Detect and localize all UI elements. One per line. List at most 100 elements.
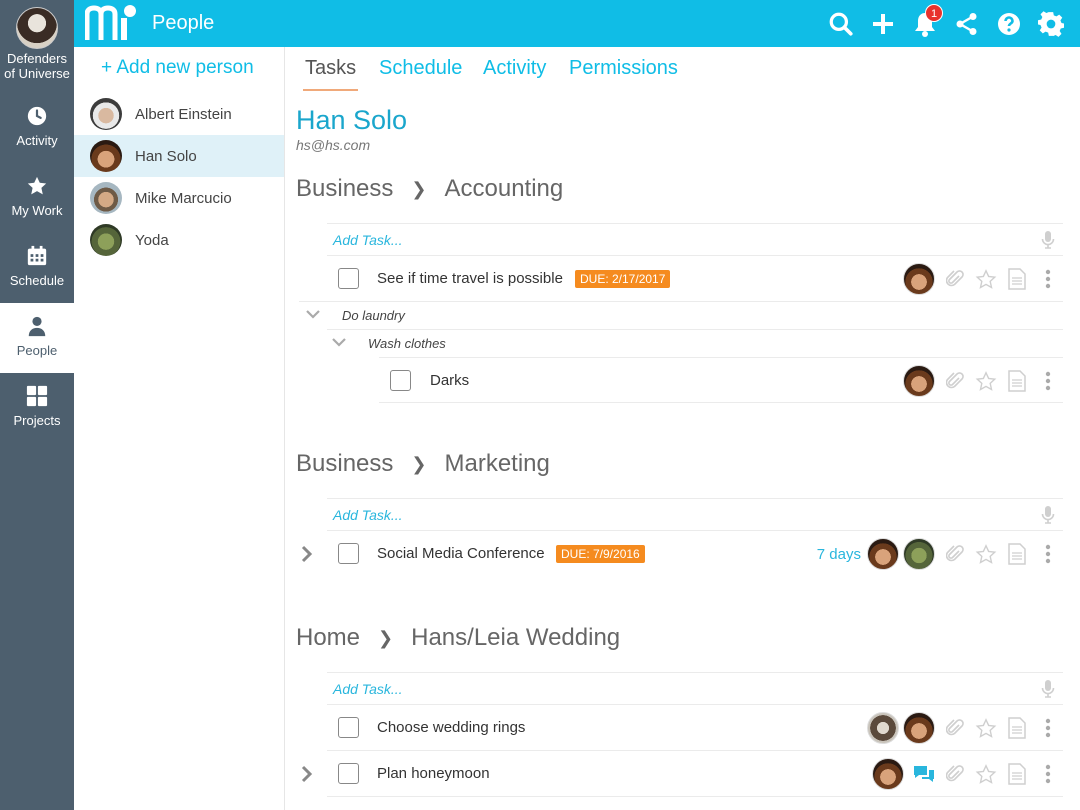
notes-button[interactable] (1001, 370, 1032, 392)
task-row[interactable]: See if time travel is possible DUE: 2/17… (327, 255, 1063, 301)
chevron-right-icon: ❯ (411, 453, 427, 474)
tab-tasks[interactable]: Tasks (302, 57, 359, 91)
notifications-button[interactable]: 1 (904, 0, 946, 47)
more-menu-button[interactable] (1032, 718, 1063, 738)
task-title[interactable]: Choose wedding rings (377, 719, 525, 736)
rail-item-my-work[interactable]: My Work (0, 163, 74, 233)
document-icon (1007, 543, 1026, 565)
favorite-button[interactable] (970, 370, 1001, 392)
settings-button[interactable] (1030, 0, 1072, 47)
add-person-button[interactable]: + Add new person (74, 47, 284, 93)
add-task-field[interactable]: Add Task... (327, 672, 1063, 704)
add-button[interactable] (862, 0, 904, 47)
chevron-right-icon[interactable] (301, 765, 313, 783)
task-row[interactable]: Plan honeymoon (301, 750, 1063, 797)
paperclip-icon (945, 372, 964, 389)
breadcrumb-area[interactable]: Business (296, 175, 393, 203)
task-checkbox[interactable] (338, 717, 359, 738)
task-title[interactable]: Social Media Conference (377, 545, 545, 562)
subtask-group[interactable]: Do laundry (299, 301, 1063, 329)
task-checkbox[interactable] (390, 370, 411, 391)
microphone-icon[interactable] (1041, 231, 1055, 249)
person-item[interactable]: Han Solo (74, 135, 284, 177)
chevron-right-icon[interactable] (301, 545, 313, 563)
assignee-avatar[interactable] (903, 365, 935, 397)
more-vertical-icon (1045, 269, 1050, 289)
divider (327, 796, 1063, 797)
app-logo[interactable] (85, 4, 137, 42)
org-avatar (16, 7, 58, 49)
breadcrumb-area[interactable]: Home (296, 624, 360, 652)
chevron-down-icon[interactable] (332, 337, 346, 347)
task-checkbox[interactable] (338, 268, 359, 289)
rail-item-people[interactable]: People (0, 303, 74, 373)
breadcrumb-project[interactable]: Marketing (444, 450, 549, 478)
divider (379, 402, 1063, 403)
add-task-field[interactable]: Add Task... (327, 223, 1063, 255)
tab-schedule[interactable]: Schedule (379, 57, 462, 80)
comments-button[interactable] (908, 764, 939, 784)
task-title[interactable]: Darks (430, 372, 469, 389)
chevron-down-icon[interactable] (306, 309, 320, 319)
attach-button[interactable] (939, 764, 970, 784)
more-menu-button[interactable] (1032, 371, 1063, 391)
help-button[interactable] (988, 0, 1030, 47)
duration-label[interactable]: 7 days (817, 546, 861, 563)
microphone-icon[interactable] (1041, 506, 1055, 524)
breadcrumb-area[interactable]: Business (296, 450, 393, 478)
more-menu-button[interactable] (1032, 764, 1063, 784)
rail-item-schedule[interactable]: Schedule (0, 233, 74, 303)
attach-button[interactable] (939, 371, 970, 391)
clock-icon (27, 106, 47, 126)
task-tools (872, 751, 1063, 797)
task-row[interactable]: Social Media Conference DUE: 7/9/2016 7 … (301, 530, 1063, 576)
subtask-group[interactable]: Wash clothes (327, 329, 1063, 357)
add-task-placeholder: Add Task... (333, 232, 403, 248)
assignee-avatar[interactable] (872, 758, 904, 790)
breadcrumb-project[interactable]: Accounting (444, 175, 563, 203)
rail-item-activity[interactable]: Activity (0, 93, 74, 163)
share-button[interactable] (946, 0, 988, 47)
top-bar: People 1 (74, 0, 1080, 47)
favorite-button[interactable] (970, 763, 1001, 785)
more-menu-button[interactable] (1032, 544, 1063, 564)
star-outline-icon (975, 543, 996, 564)
task-title[interactable]: Plan honeymoon (377, 765, 490, 782)
attach-button[interactable] (939, 269, 970, 289)
task-checkbox[interactable] (338, 543, 359, 564)
task-title[interactable]: See if time travel is possible (377, 270, 563, 287)
assignee-avatar[interactable] (903, 712, 935, 744)
page-title: People (152, 12, 215, 34)
task-row[interactable]: Darks (379, 357, 1063, 403)
favorite-button[interactable] (970, 543, 1001, 565)
add-task-field[interactable]: Add Task... (327, 498, 1063, 530)
task-row[interactable]: Choose wedding rings (327, 704, 1063, 750)
org-switcher[interactable]: Defenders of Universe (0, 7, 74, 93)
tab-permissions[interactable]: Permissions (569, 57, 678, 80)
rail-item-projects[interactable]: Projects (0, 373, 74, 443)
org-name-line2: of Universe (4, 66, 70, 81)
task-checkbox[interactable] (338, 763, 359, 784)
notes-button[interactable] (1001, 717, 1032, 739)
more-menu-button[interactable] (1032, 269, 1063, 289)
person-item[interactable]: Yoda (74, 219, 284, 261)
person-item[interactable]: Mike Marcucio (74, 177, 284, 219)
tab-activity[interactable]: Activity (483, 57, 546, 80)
assignee-avatar[interactable] (867, 712, 899, 744)
breadcrumb-project[interactable]: Hans/Leia Wedding (411, 624, 620, 652)
microphone-icon[interactable] (1041, 680, 1055, 698)
notes-button[interactable] (1001, 543, 1032, 565)
favorite-button[interactable] (970, 717, 1001, 739)
notes-button[interactable] (1001, 763, 1032, 785)
attach-button[interactable] (939, 544, 970, 564)
person-item[interactable]: Albert Einstein (74, 93, 284, 135)
assignee-avatar[interactable] (903, 538, 935, 570)
notes-button[interactable] (1001, 268, 1032, 290)
avatar (90, 224, 122, 256)
favorite-button[interactable] (970, 268, 1001, 290)
add-task-placeholder: Add Task... (333, 681, 403, 697)
search-button[interactable] (820, 0, 862, 47)
attach-button[interactable] (939, 718, 970, 738)
assignee-avatar[interactable] (867, 538, 899, 570)
assignee-avatar[interactable] (903, 263, 935, 295)
